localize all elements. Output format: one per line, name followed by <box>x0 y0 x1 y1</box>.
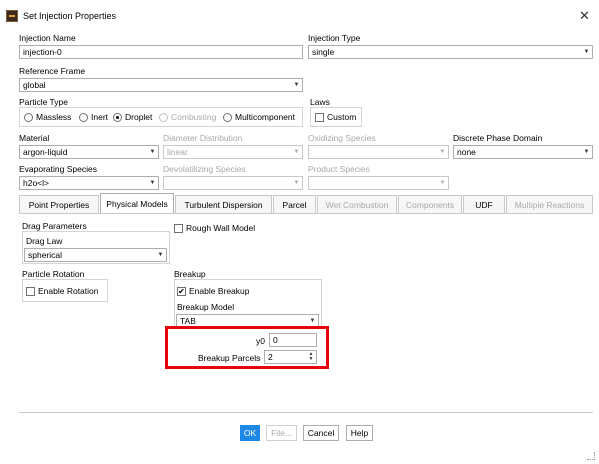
devolatilizing-species-label: Devolatilizing Species <box>163 164 246 174</box>
discrete-phase-domain-value: none <box>457 147 476 157</box>
enable-breakup-checkbox[interactable]: ✔ Enable Breakup <box>177 286 250 296</box>
drag-parameters-label: Drag Parameters <box>22 221 87 231</box>
diameter-distribution-value: linear <box>167 147 188 157</box>
chevron-down-icon: ▼ <box>157 252 164 258</box>
y0-input[interactable]: 0 <box>269 333 317 347</box>
discrete-phase-domain-dropdown[interactable]: none ▼ <box>453 145 593 159</box>
checkbox-label: Enable Breakup <box>189 286 250 296</box>
radio-label: Inert <box>91 112 109 122</box>
checkbox <box>315 112 324 122</box>
oxidizing-species-label: Oxidizing Species <box>308 133 376 143</box>
reference-frame-value: global <box>23 80 46 90</box>
drag-law-label: Drag Law <box>26 236 63 246</box>
injection-type-dropdown[interactable]: single ▼ <box>308 45 593 59</box>
radio-label: Combusting <box>171 112 217 122</box>
discrete-phase-domain-label: Discrete Phase Domain <box>453 133 543 143</box>
chevron-down-icon: ▼ <box>293 149 300 155</box>
diameter-distribution-label: Diameter Distribution <box>163 133 243 143</box>
tab-point-properties[interactable]: Point Properties <box>19 195 99 213</box>
drag-law-value: spherical <box>28 250 63 260</box>
injection-name-input[interactable]: injection-0 <box>19 45 303 59</box>
file-button: File... <box>266 425 297 441</box>
injection-type-label: Injection Type <box>308 33 361 43</box>
check-icon: ✔ <box>177 286 186 296</box>
product-species-dropdown: ▼ <box>308 176 449 190</box>
checkbox <box>26 286 35 296</box>
radio-massless[interactable]: Massless <box>24 112 71 122</box>
chevron-down-icon: ▼ <box>293 180 300 186</box>
radio-multicomponent[interactable]: Multicomponent <box>223 112 295 122</box>
checkbox-label: Enable Rotation <box>38 286 99 296</box>
tab-wet-combustion: Wet Combustion <box>317 195 397 213</box>
chevron-down-icon: ▼ <box>149 149 156 155</box>
breakup-label: Breakup <box>174 269 206 279</box>
particle-type-label: Particle Type <box>19 97 68 107</box>
radio-combusting: Combusting <box>159 112 216 122</box>
radio-droplet[interactable]: Droplet <box>113 112 152 122</box>
tab-physical-models[interactable]: Physical Models <box>100 193 174 213</box>
radio-button-selected <box>113 112 122 122</box>
reference-frame-label: Reference Frame <box>19 66 86 76</box>
checkbox-label: Rough Wall Model <box>186 223 256 233</box>
help-button[interactable]: Help <box>346 425 373 441</box>
radio-label: Droplet <box>125 112 153 122</box>
chevron-down-icon: ▼ <box>583 49 590 55</box>
breakup-model-label: Breakup Model <box>177 302 235 312</box>
radio-button <box>79 112 88 122</box>
ok-button[interactable]: OK <box>240 425 260 441</box>
breakup-parcels-label: Breakup Parcels <box>198 353 261 363</box>
y0-label: y0 <box>256 336 265 346</box>
spinner-icon[interactable]: ▲ ▼ <box>306 351 316 363</box>
radio-label: Multicomponent <box>235 112 296 122</box>
tab-udf[interactable]: UDF <box>463 195 505 213</box>
laws-label: Laws <box>310 97 330 107</box>
tab-components: Components <box>398 195 462 213</box>
diameter-distribution-dropdown: linear ▼ <box>163 145 303 159</box>
app-icon <box>6 10 18 22</box>
close-icon[interactable]: ✕ <box>579 8 590 24</box>
checkbox <box>174 223 183 233</box>
evaporating-species-label: Evaporating Species <box>19 164 97 174</box>
evaporating-species-value: h2o<l> <box>23 178 49 188</box>
chevron-down-icon: ▼ <box>293 82 300 88</box>
evaporating-species-dropdown[interactable]: h2o<l> ▼ <box>19 176 159 190</box>
injection-type-value: single <box>312 47 335 57</box>
custom-laws-checkbox[interactable]: Custom <box>315 112 356 122</box>
chevron-down-icon: ▼ <box>149 180 156 186</box>
radio-button <box>159 112 168 122</box>
spin-down-icon: ▼ <box>308 356 314 362</box>
window-title: Set Injection Properties <box>23 11 117 21</box>
injection-name-label: Injection Name <box>19 33 76 43</box>
rough-wall-model-checkbox[interactable]: Rough Wall Model <box>174 223 255 233</box>
devolatilizing-species-dropdown: ▼ <box>163 176 303 190</box>
checkbox-label: Custom <box>327 112 357 122</box>
drag-law-dropdown[interactable]: spherical ▼ <box>24 248 167 262</box>
resize-grip-icon[interactable] <box>587 452 595 460</box>
oxidizing-species-dropdown: ▼ <box>308 145 449 159</box>
cancel-button[interactable]: Cancel <box>303 425 339 441</box>
product-species-label: Product Species <box>308 164 370 174</box>
breakup-parcels-stepper[interactable]: 2 ▲ ▼ <box>264 350 317 364</box>
radio-label: Massless <box>36 112 72 122</box>
tab-multiple-reactions: Multiple Reactions <box>506 195 593 213</box>
radio-button <box>223 112 232 122</box>
material-label: Material <box>19 133 50 143</box>
enable-rotation-checkbox[interactable]: Enable Rotation <box>26 286 99 296</box>
material-dropdown[interactable]: argon-liquid ▼ <box>19 145 159 159</box>
tab-turbulent-dispersion[interactable]: Turbulent Dispersion <box>175 195 272 213</box>
particle-rotation-label: Particle Rotation <box>22 269 85 279</box>
radio-button <box>24 112 33 122</box>
breakup-parcels-value: 2 <box>268 352 273 362</box>
chevron-down-icon: ▼ <box>583 149 590 155</box>
chevron-down-icon: ▼ <box>439 180 446 186</box>
tab-divider <box>19 213 593 214</box>
material-value: argon-liquid <box>23 147 68 157</box>
footer-divider <box>19 412 593 413</box>
radio-inert[interactable]: Inert <box>79 112 108 122</box>
reference-frame-dropdown[interactable]: global ▼ <box>19 78 303 92</box>
tab-parcel[interactable]: Parcel <box>273 195 316 213</box>
chevron-down-icon: ▼ <box>439 149 446 155</box>
breakup-model-value: TAB <box>180 316 196 326</box>
